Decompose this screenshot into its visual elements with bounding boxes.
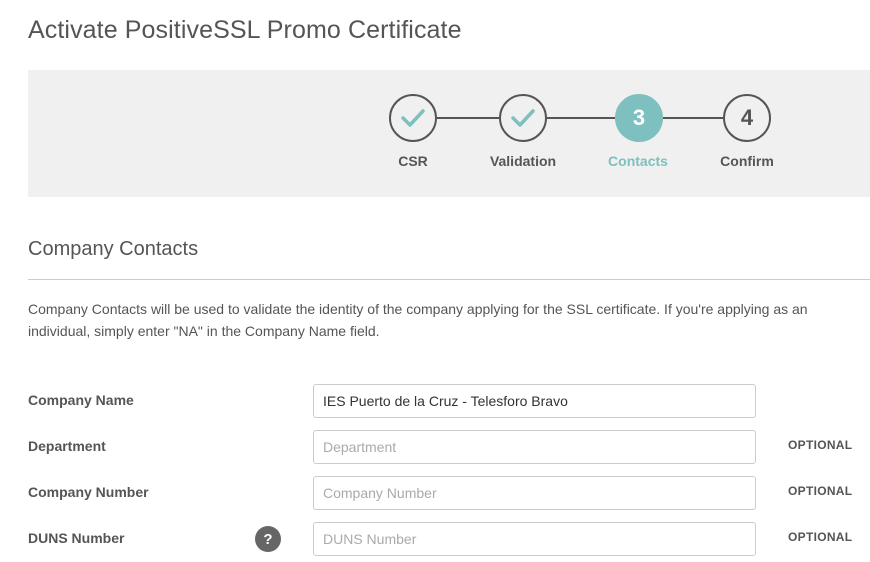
department-row: Department OPTIONAL	[28, 430, 870, 464]
company-number-label: Company Number	[28, 484, 149, 500]
duns-number-row: DUNS Number ? OPTIONAL	[28, 522, 870, 556]
step-contacts-circle: 3	[615, 94, 663, 142]
optional-badge: OPTIONAL	[788, 530, 853, 544]
step-label-csr: CSR	[398, 153, 428, 169]
duns-number-label: DUNS Number	[28, 530, 125, 546]
department-input[interactable]	[313, 430, 756, 464]
step-number: 3	[632, 105, 646, 130]
section-description: Company Contacts will be used to validat…	[28, 301, 808, 339]
check-icon	[401, 109, 425, 127]
company-name-input[interactable]	[313, 384, 756, 418]
step-number: 4	[740, 105, 754, 130]
step-label-validation: Validation	[489, 153, 557, 169]
step-label-confirm: Confirm	[720, 153, 774, 169]
duns-number-input[interactable]	[313, 522, 756, 556]
company-number-input[interactable]	[313, 476, 756, 510]
step-connector	[547, 117, 615, 119]
department-label: Department	[28, 438, 106, 454]
company-name-row: Company Name	[28, 384, 870, 418]
help-icon[interactable]: ?	[255, 526, 281, 552]
step-confirm-circle: 4	[723, 94, 771, 142]
check-icon	[511, 109, 535, 127]
progress-stepper-panel: 3 4 CSR Validation Contacts Confirm	[28, 70, 870, 197]
step-label-contacts: Contacts	[608, 153, 668, 169]
step-connector	[437, 117, 499, 119]
section-divider	[28, 279, 870, 280]
step-csr-circle	[389, 94, 437, 142]
section-title: Company Contacts	[28, 238, 199, 260]
progress-stepper: 3 4 CSR Validation Contacts Confirm	[28, 70, 870, 197]
step-validation-circle	[499, 94, 547, 142]
company-name-label: Company Name	[28, 392, 134, 408]
optional-badge: OPTIONAL	[788, 438, 853, 452]
company-number-row: Company Number OPTIONAL	[28, 476, 870, 510]
step-connector	[663, 117, 725, 119]
page-title: Activate PositiveSSL Promo Certificate	[28, 16, 462, 44]
optional-badge: OPTIONAL	[788, 484, 853, 498]
